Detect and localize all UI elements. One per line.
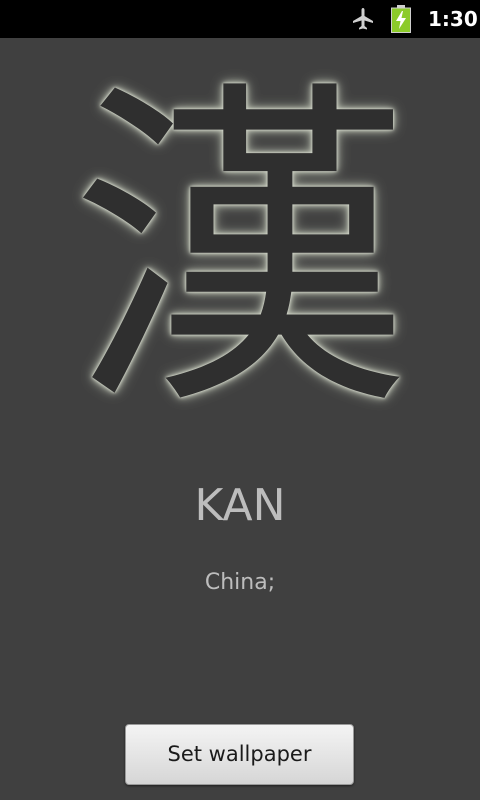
airplane-mode-icon xyxy=(353,8,373,30)
kanji-meaning: China; xyxy=(204,570,276,595)
kanji-reading: KAN xyxy=(194,480,286,531)
status-bar: 1:30 xyxy=(0,0,480,38)
battery-charging-icon xyxy=(391,5,411,33)
kanji-character: 漢 xyxy=(70,55,410,451)
app-screen: 1:30 漢 KAN China; Set wallpaper xyxy=(0,0,480,800)
set-wallpaper-button[interactable]: Set wallpaper xyxy=(125,724,354,785)
status-clock: 1:30 xyxy=(428,7,478,31)
